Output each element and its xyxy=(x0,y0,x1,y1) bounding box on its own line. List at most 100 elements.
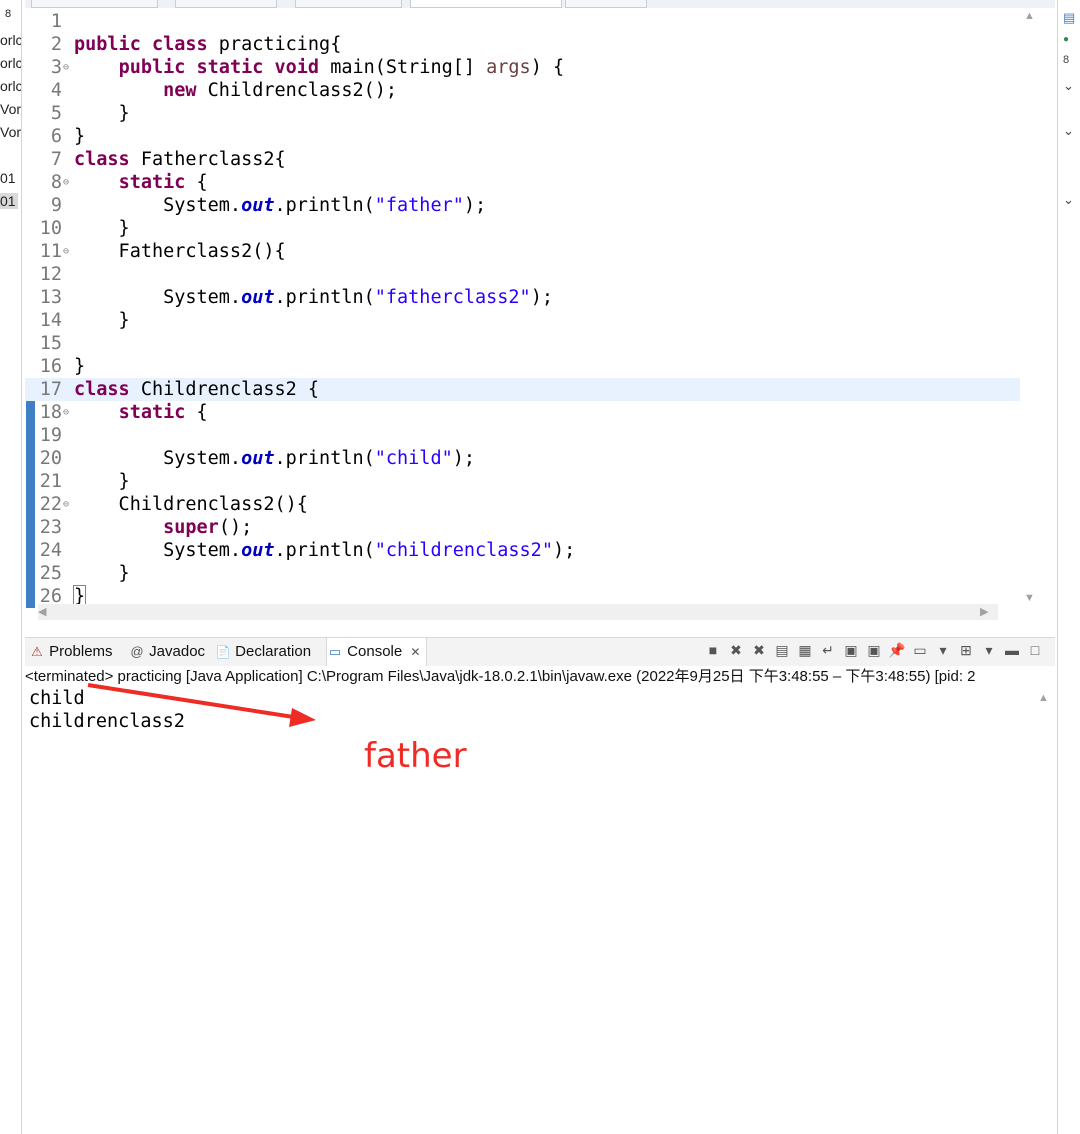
code-line[interactable]: 23 super(); xyxy=(25,516,1020,539)
code-line[interactable]: 5 } xyxy=(25,102,1020,125)
scroll-left-icon[interactable]: ◀ xyxy=(38,605,46,618)
scroll-right-icon[interactable]: ▶ xyxy=(980,605,988,618)
pin-console-icon[interactable]: 📌 xyxy=(887,642,907,659)
code-line[interactable]: 20 System.out.println("child"); xyxy=(25,447,1020,470)
fold-toggle-icon[interactable]: ⊖ xyxy=(63,56,69,79)
code-line[interactable]: 17 class Childrenclass2 { xyxy=(25,378,1020,401)
outline-icon[interactable]: ▤ xyxy=(1063,10,1075,26)
chevron-down-icon[interactable]: ⌄ xyxy=(1063,123,1074,139)
explorer-item[interactable]: 01 xyxy=(0,170,16,186)
code-text: class Childrenclass2 { xyxy=(74,379,320,400)
remove-launch-icon[interactable]: ✖ xyxy=(726,642,746,659)
remove-all-terminated-icon[interactable]: ✖ xyxy=(749,642,769,659)
views-tab-bar: ⚠ Problems @ Javadoc 📄 Declaration ▭ Con… xyxy=(25,637,1055,667)
overflow-icon[interactable]: 8 xyxy=(1063,54,1069,66)
explorer-item[interactable]: orlc xyxy=(0,55,21,71)
code-text: } xyxy=(74,103,130,124)
scroll-up-icon[interactable]: ▲ xyxy=(1038,692,1049,704)
tab-label: Problems xyxy=(49,643,113,660)
code-line[interactable]: 18 ⊖ static { xyxy=(25,401,1020,424)
code-line[interactable]: 25 } xyxy=(25,562,1020,585)
code-line[interactable]: 7 class Fatherclass2{ xyxy=(25,148,1020,171)
display-console-icon[interactable]: ▭ xyxy=(910,642,930,659)
console-output-line: childrenclass2 xyxy=(29,711,185,732)
scroll-up-icon[interactable]: ▲ xyxy=(1024,10,1035,22)
line-number: 1 xyxy=(50,11,62,32)
chevron-down-icon[interactable]: ⌄ xyxy=(1063,78,1074,94)
code-line[interactable]: 8 ⊖ static { xyxy=(25,171,1020,194)
task-icon[interactable]: ● xyxy=(1063,34,1069,45)
code-text: Fatherclass2(){ xyxy=(74,241,286,262)
explorer-item[interactable]: Vor xyxy=(0,101,21,117)
code-text: System.out.println("father"); xyxy=(74,195,487,216)
fold-toggle-icon[interactable]: ⊖ xyxy=(63,401,69,424)
tab-problems[interactable]: ⚠ Problems xyxy=(29,638,113,666)
code-text: } xyxy=(74,310,130,331)
editor-tab[interactable] xyxy=(295,0,402,8)
editor-tab[interactable] xyxy=(565,0,647,8)
code-editor[interactable]: 1 2 public class practicing{3 ⊖ public stat… xyxy=(25,8,1055,632)
code-line[interactable]: 16} xyxy=(25,355,1020,378)
code-text: static { xyxy=(118,172,208,193)
code-line[interactable]: 15 xyxy=(25,332,1020,355)
editor-horizontal-scrollbar[interactable]: ◀ ▶ xyxy=(38,604,998,620)
declaration-icon: 📄 xyxy=(215,645,231,659)
javadoc-icon: @ xyxy=(130,644,144,659)
code-line[interactable]: 19 xyxy=(25,424,1020,447)
editor-tab-active[interactable] xyxy=(410,0,562,8)
minimize-icon[interactable]: ▬ xyxy=(1002,642,1022,658)
code-text: public class practicing{ xyxy=(74,34,342,55)
explorer-item[interactable]: orlc xyxy=(0,78,21,94)
line-number: 3 xyxy=(50,57,62,78)
editor-vertical-scrollbar[interactable]: ▲ ▼ xyxy=(1022,8,1038,612)
line-number: 2 xyxy=(50,34,62,55)
line-number: 12 xyxy=(39,264,62,285)
editor-tab[interactable] xyxy=(31,0,158,8)
console-vertical-scrollbar[interactable]: ▲ xyxy=(1033,688,1055,1134)
line-number: 16 xyxy=(39,356,62,377)
terminate-icon[interactable]: ■ xyxy=(703,642,723,658)
line-number: 9 xyxy=(50,195,62,216)
explorer-item-selected[interactable]: 01 xyxy=(0,193,18,209)
explorer-item[interactable]: Vor xyxy=(0,124,21,140)
fold-toggle-icon[interactable]: ⊖ xyxy=(63,240,69,263)
code-line[interactable]: 1 xyxy=(25,10,1020,33)
clear-console-icon[interactable]: ▤ xyxy=(772,642,792,659)
explorer-collapse-icon[interactable]: 8 xyxy=(5,8,11,20)
console-output[interactable]: child childrenclass2 xyxy=(25,688,1033,1134)
maximize-icon[interactable]: □ xyxy=(1025,642,1045,658)
tab-console[interactable]: ▭ Console ✕ xyxy=(326,638,428,666)
word-wrap-icon[interactable]: ↵ xyxy=(818,642,838,659)
tab-declaration[interactable]: 📄 Declaration xyxy=(215,638,312,666)
code-line[interactable]: 13 System.out.println("fatherclass2"); xyxy=(25,286,1020,309)
console-status-line: <terminated> practicing [Java Applicatio… xyxy=(25,666,1055,688)
code-line[interactable]: 22 ⊖ Childrenclass2(){ xyxy=(25,493,1020,516)
display-console-dropdown-icon[interactable]: ▾ xyxy=(933,642,953,659)
fold-toggle-icon[interactable]: ⊖ xyxy=(63,171,69,194)
show-on-stderr-icon[interactable]: ▣ xyxy=(864,642,884,659)
open-console-icon[interactable]: ⊞ xyxy=(956,642,976,659)
line-number: 22 xyxy=(39,494,62,515)
scroll-down-icon[interactable]: ▼ xyxy=(1024,592,1035,604)
code-line[interactable]: 21 } xyxy=(25,470,1020,493)
code-text: } xyxy=(74,471,130,492)
code-line[interactable]: 10 } xyxy=(25,217,1020,240)
fold-toggle-icon[interactable]: ⊖ xyxy=(63,493,69,516)
open-console-dropdown-icon[interactable]: ▾ xyxy=(979,642,999,659)
scroll-lock-icon[interactable]: ▦ xyxy=(795,642,815,659)
code-line[interactable]: 2 public class practicing{ xyxy=(25,33,1020,56)
editor-tab[interactable] xyxy=(175,0,277,8)
show-on-stdout-icon[interactable]: ▣ xyxy=(841,642,861,659)
code-line[interactable]: 6} xyxy=(25,125,1020,148)
code-line[interactable]: 24 System.out.println("childrenclass2"); xyxy=(25,539,1020,562)
code-line[interactable]: 12 xyxy=(25,263,1020,286)
close-icon[interactable]: ✕ xyxy=(410,645,420,659)
code-line[interactable]: 11 ⊖ Fatherclass2(){ xyxy=(25,240,1020,263)
code-line[interactable]: 9 System.out.println("father"); xyxy=(25,194,1020,217)
tab-javadoc[interactable]: @ Javadoc xyxy=(129,638,205,666)
code-line[interactable]: 14 } xyxy=(25,309,1020,332)
code-line[interactable]: 4 new Childrenclass2(); xyxy=(25,79,1020,102)
chevron-down-icon[interactable]: ⌄ xyxy=(1063,192,1074,208)
code-line[interactable]: 3 ⊖ public static void main(String[] args… xyxy=(25,56,1020,79)
explorer-item[interactable]: orlc xyxy=(0,32,21,48)
